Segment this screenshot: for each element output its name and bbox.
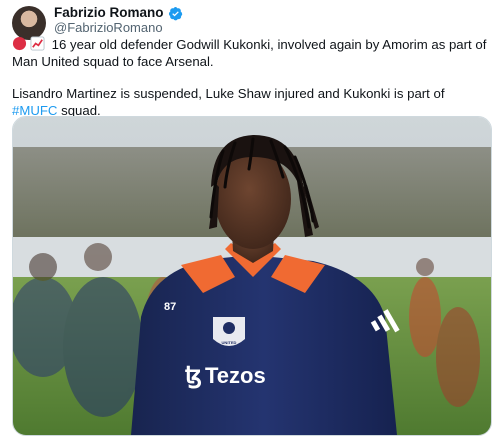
tweet-paragraph-2: Lisandro Martinez is suspended, Luke Sha… [12, 86, 488, 119]
author-name-row: Fabrizio Romano [54, 5, 183, 21]
photo-scene: 87 UNITED ꜩ Tezos [13, 117, 491, 435]
tweet-text: 16 year old defender Godwill Kukonki, in… [12, 36, 488, 119]
author-name[interactable]: Fabrizio Romano [54, 5, 164, 21]
tweet-line-2-start: Lisandro Martinez is suspended, Luke Sha… [12, 86, 445, 101]
player-shirt [131, 255, 397, 435]
club-crest-icon: UNITED [213, 317, 245, 346]
crest-text: UNITED [222, 340, 237, 345]
shirt-number-text: 87 [164, 301, 176, 313]
author-avatar[interactable] [12, 6, 46, 40]
author-handle[interactable]: @FabrizioRomano [54, 20, 163, 36]
red-circle-icon [12, 36, 27, 51]
verified-badge-icon [168, 6, 182, 20]
sponsor-text: Tezos [205, 363, 266, 388]
tweet-line-1: 16 year old defender Godwill Kukonki, in… [12, 37, 487, 69]
tweet-photo[interactable]: 87 UNITED ꜩ Tezos [12, 116, 492, 436]
chart-increasing-icon [30, 36, 45, 51]
shirt-number-87: 87 [164, 301, 176, 313]
sponsor-logo: ꜩ Tezos [185, 362, 266, 389]
tweet-paragraph-1: 16 year old defender Godwill Kukonki, in… [12, 36, 488, 70]
tweet-card: Fabrizio Romano @FabrizioRomano 16 year … [0, 0, 500, 440]
svg-text:ꜩ: ꜩ [185, 362, 202, 389]
